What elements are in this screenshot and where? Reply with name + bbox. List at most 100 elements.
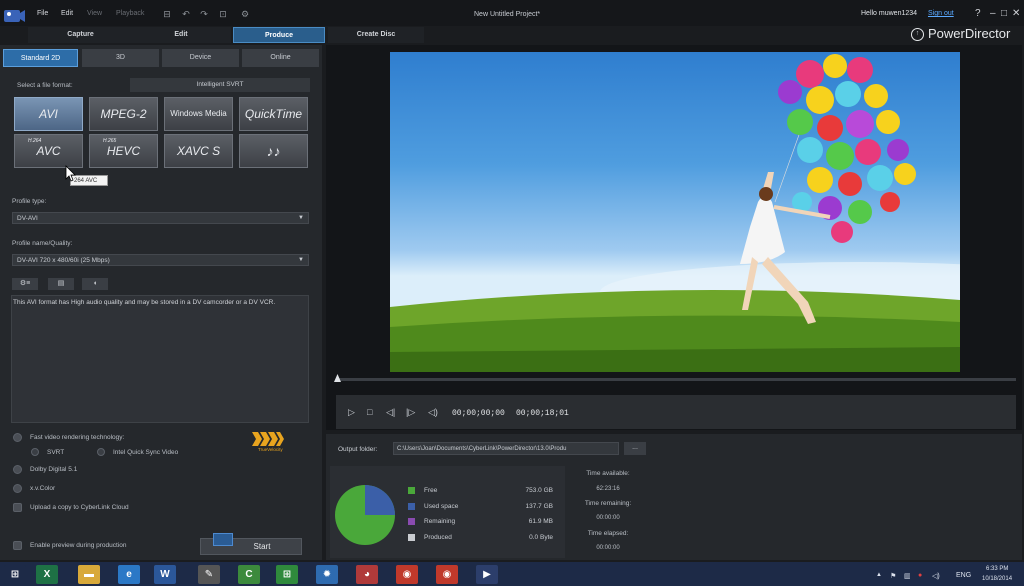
tab-create-disc[interactable]: Create Disc [328,27,424,43]
taskbar-excel-icon[interactable]: X [36,565,58,584]
output-folder-input[interactable]: C:\Users\Joan\Documents\CyberLink\PowerD… [393,442,619,455]
undo-icon[interactable]: ↶ [181,9,191,19]
tab-produce[interactable]: Produce [233,27,325,43]
taskbar-powerdirector-icon[interactable]: ▶ [476,565,498,584]
xvcolor-checkbox[interactable] [13,484,22,493]
restore-button[interactable]: □ [1001,8,1007,19]
stop-icon[interactable]: □ [367,407,372,417]
clock-date[interactable]: 10/18/2014 [982,576,1012,582]
taskbar-pen-tool-icon[interactable]: ✎ [198,565,220,584]
snapshot-icon[interactable]: ⊡ [218,9,228,19]
upload-cloud-checkbox[interactable] [13,503,22,512]
profile-description: This AVI format has High audio quality a… [11,295,309,423]
menu-playback[interactable]: Playback [116,10,144,17]
minimize-button[interactable]: – [990,8,996,19]
format-audio-button[interactable]: ♪♪ [239,134,308,168]
format-xavc-s-button[interactable]: XAVC S [164,134,233,168]
format-avc-button[interactable]: H.264 AVC [14,134,83,168]
quick-sync-radio[interactable] [97,448,105,456]
tray-speaker-icon[interactable]: ◁) [932,572,940,580]
fast-render-checkbox[interactable] [13,433,22,442]
intelligent-svrt-button[interactable]: Intelligent SVRT [130,78,310,92]
taskbar-chrome-icon[interactable]: ◉ [396,565,418,584]
next-frame-icon[interactable]: |▷ [406,407,415,418]
menu-file[interactable]: File [37,10,48,17]
preview-frame-image [390,54,960,372]
clock-time[interactable]: 6:33 PM [986,566,1008,572]
subtab-3d[interactable]: 3D [82,49,159,67]
taskbar-word-icon[interactable]: W [154,565,176,584]
tray-security-icon[interactable]: ● [918,572,922,579]
browse-folder-button[interactable]: ... [624,442,646,455]
subtab-online[interactable]: Online [242,49,319,67]
menu-view[interactable]: View [87,10,102,17]
format-mpeg2-button[interactable]: MPEG-2 [89,97,158,131]
format-label: HEVC [106,144,141,158]
taskbar-spreadsheet-icon[interactable]: ⊞ [276,565,298,584]
legend-remaining-label: Remaining [424,518,456,525]
tab-capture[interactable]: Capture [28,27,133,43]
start-button[interactable]: Start [200,533,302,555]
time-remaining-value: 00:00:00 [596,515,620,521]
user-greeting: Hello muwen1234 [861,10,918,17]
menu-edit[interactable]: Edit [61,10,73,17]
profile-type-value: DV-AVI [17,215,38,222]
start-label: Start [253,542,271,551]
profile-quality-value: DV-AVI 720 x 480/60i (25 Mbps) [17,257,110,264]
redo-icon[interactable]: ↷ [199,9,209,19]
music-notes-icon: ♪♪ [266,143,281,159]
project-title: New Untitled Project* [474,11,541,18]
enable-preview-checkbox[interactable] [13,541,22,550]
subtab-standard-2d[interactable]: Standard 2D [3,49,78,67]
close-button[interactable]: ✕ [1012,8,1020,19]
profile-quality-select[interactable]: DV-AVI 720 x 480/60i (25 Mbps) ▼ [12,254,309,266]
taskbar-chrome-2-icon[interactable]: ◉ [436,565,458,584]
total-timecode: 00;00;18;01 [516,409,569,418]
tray-flag-icon[interactable]: ⚑ [890,572,896,580]
taskbar-windows-start-icon[interactable]: ⊞ [4,565,26,584]
profile-settings-button[interactable]: ⚙≡ [12,278,38,290]
taskbar-internet-explorer-icon[interactable]: e [118,565,140,584]
taskbar-settings-gear-icon[interactable]: ✹ [316,565,338,584]
dropdown-arrow-icon: ▼ [298,215,304,221]
time-remaining-label: Time remaining: [584,500,632,507]
taskbar-file-explorer-icon[interactable]: ▬ [78,565,100,584]
volume-icon[interactable]: ◁) [428,407,438,418]
powerdirector-logo [4,10,25,22]
dolby-label: Dolby Digital 5.1 [30,466,78,473]
settings-gear-icon[interactable]: ⚙ [240,9,250,19]
xvcolor-label: x.v.Color [30,485,56,492]
subtab-device[interactable]: Device [162,49,239,67]
help-icon[interactable]: ? [975,8,981,19]
profile-delete-button[interactable]: ◖ [82,278,108,290]
svrt-radio[interactable] [31,448,39,456]
media-library-icon[interactable]: ⊟ [162,9,172,19]
true-velocity-label: TrueVelocity [258,447,283,452]
legend-free-swatch [408,487,415,494]
taskbar-camtasia-icon[interactable]: C [238,565,260,584]
upload-icon: ↑ [911,28,924,41]
previous-frame-icon[interactable]: ◁| [386,407,395,418]
format-avi-button[interactable]: AVI [14,97,83,131]
dropdown-arrow-icon: ▼ [298,257,304,263]
tray-network-icon[interactable]: ▥ [904,572,911,580]
play-icon[interactable]: ▷ [348,407,355,418]
file-format-label: Select a file format: [17,82,73,89]
format-hevc-button[interactable]: H.265 HEVC [89,134,158,168]
profile-name-label: Profile name/Quality: [12,240,73,247]
sign-out-link[interactable]: Sign out [928,10,954,17]
seek-bar[interactable] [336,378,1016,381]
format-quicktime-button[interactable]: QuickTime [239,97,308,131]
fast-render-label: Fast video rendering technology: [30,434,125,441]
format-windows-media-button[interactable]: Windows Media [164,97,233,131]
legend-remaining-value: 61.9 MB [528,518,553,525]
taskbar-paint-icon[interactable]: ◕ [356,565,378,584]
profile-analyzer-button[interactable]: ▤ [48,278,74,290]
profile-type-select[interactable]: DV-AVI ▼ [12,212,309,224]
tray-up-arrow-icon[interactable]: ▲ [876,572,882,578]
brand-name: PowerDirector [928,26,1011,41]
tab-edit[interactable]: Edit [131,27,231,43]
dolby-checkbox[interactable] [13,465,22,474]
language-indicator[interactable]: ENG [956,572,971,579]
upload-cloud-label: Upload a copy to CyberLink Cloud [30,504,129,511]
